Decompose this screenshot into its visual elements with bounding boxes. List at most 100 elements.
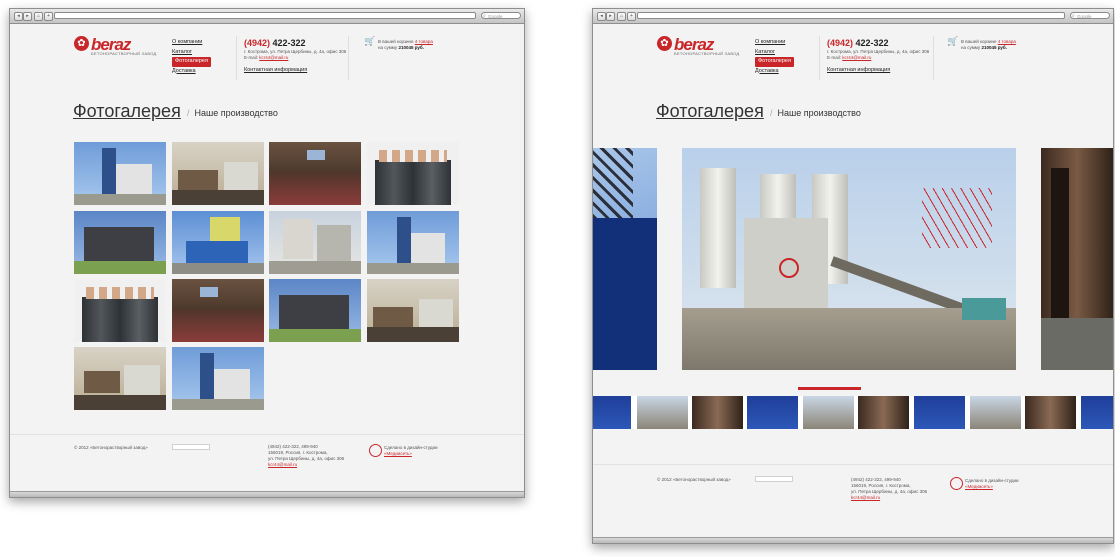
browser-statusbar	[593, 537, 1113, 543]
menu-item-delivery[interactable]: Доставка	[755, 67, 794, 77]
email-link[interactable]: kcr44@mail.ru	[259, 55, 288, 60]
cart-sum: 210045 руб.	[981, 45, 1007, 50]
gallery-thumb[interactable]	[367, 142, 459, 205]
cart-summary: 🛒 В вашей корзине 4 товара на сумму 2100…	[364, 37, 433, 51]
home-button[interactable]: ⌂	[617, 12, 626, 21]
footer-email-link[interactable]: kcr44@mail.ru	[268, 462, 344, 468]
search-field[interactable]: ⌕ Google	[1070, 12, 1110, 19]
breadcrumb: / Наше производство	[770, 108, 861, 118]
footer-email-link[interactable]: kcr44@mail.ru	[851, 495, 927, 501]
gallery-thumb[interactable]	[172, 347, 264, 410]
menu-item-about[interactable]: О компании	[172, 38, 211, 48]
strip-thumb[interactable]	[858, 396, 909, 429]
gallery-thumb[interactable]	[74, 142, 166, 205]
strip-thumb[interactable]	[803, 396, 854, 429]
gallery-thumb[interactable]	[269, 279, 361, 342]
forward-button[interactable]: ▸	[23, 12, 32, 21]
strip-thumb[interactable]	[970, 396, 1021, 429]
forward-button[interactable]: ▸	[606, 12, 615, 21]
search-icon: ⌕	[1072, 13, 1075, 19]
browser-toolbar: ◂ ▸ ⌂ + ⌕ Google	[10, 9, 524, 24]
gallery-thumb[interactable]	[269, 211, 361, 274]
add-bookmark-button[interactable]: +	[627, 12, 636, 21]
add-bookmark-button[interactable]: +	[44, 12, 53, 21]
cart-sum: 210045 руб.	[398, 45, 424, 50]
cart-text: В вашей корзине	[378, 39, 414, 44]
cart-text: В вашей корзине	[961, 39, 997, 44]
gallery-thumb[interactable]	[74, 347, 166, 410]
strip-thumb[interactable]	[747, 396, 798, 429]
slide-next[interactable]	[1041, 148, 1113, 370]
address-bar[interactable]	[54, 12, 476, 19]
address-bar[interactable]	[637, 12, 1065, 19]
contact-info-link[interactable]: Контактная информация	[827, 67, 890, 73]
browser-statusbar	[10, 491, 524, 497]
footer-copyright: © 2012 «Бетонорастворный завод»	[657, 477, 731, 482]
contact-info-link[interactable]: Контактная информация	[244, 67, 307, 73]
page-title: Фотогалерея	[656, 101, 764, 121]
breadcrumb-current: Наше производство	[777, 108, 861, 118]
cart-items-link[interactable]: 4 товара	[998, 39, 1016, 44]
strip-thumb[interactable]	[914, 396, 965, 429]
search-field[interactable]: ⌕ Google	[481, 12, 521, 19]
page: ✿ beraz БЕТОНОРАСТВОРНЫЙ ЗАВОД О компани…	[10, 24, 524, 491]
browser-toolbar: ◂ ▸ ⌂ + ⌕ Google	[593, 9, 1113, 24]
cart-icon[interactable]: 🛒	[364, 37, 375, 46]
menu-item-catalog[interactable]: Каталог	[755, 48, 794, 58]
email-link[interactable]: kcr44@mail.ru	[842, 55, 871, 60]
slide-previous[interactable]	[593, 148, 657, 370]
breadcrumb-separator: /	[770, 108, 773, 118]
page: ✿ beraz БЕТОНОРАСТВОРНЫЙ ЗАВОД О компани…	[593, 24, 1113, 537]
gallery-thumb[interactable]	[367, 279, 459, 342]
menu-item-gallery[interactable]: Фотогалерея	[755, 57, 794, 67]
logo-tagline: БЕТОНОРАСТВОРНЫЙ ЗАВОД	[674, 51, 740, 56]
main-menu: О компании Каталог Фотогалерея Доставка	[755, 38, 794, 76]
main-menu: О компании Каталог Фотогалерея Доставка	[172, 38, 211, 76]
cart-sum-label: на сумму	[378, 45, 398, 50]
cart-icon[interactable]: 🛒	[947, 37, 958, 46]
footer-studio: Сделано в дизайн-студии «Медиасеть»	[369, 444, 438, 457]
breadcrumb-separator: /	[187, 108, 190, 118]
cart-summary: 🛒 В вашей корзине 4 товара на сумму 2100…	[947, 37, 1016, 51]
email-label: E-mail:	[244, 55, 259, 60]
menu-item-catalog[interactable]: Каталог	[172, 48, 211, 58]
phone: (4942) 422-322	[244, 38, 306, 48]
logo-tagline: БЕТОНОРАСТВОРНЫЙ ЗАВОД	[91, 51, 157, 56]
studio-link[interactable]: «Медиасеть»	[384, 451, 438, 457]
footer-studio: Сделано в дизайн-студии «Медиасеть»	[950, 477, 1019, 490]
cart-sum-label: на сумму	[961, 45, 981, 50]
footer-divider	[10, 434, 524, 435]
strip-thumb[interactable]	[637, 396, 688, 429]
header-divider	[348, 36, 349, 80]
gallery-thumb[interactable]	[172, 211, 264, 274]
gallery-thumb[interactable]	[367, 211, 459, 274]
breadcrumb-current: Наше производство	[194, 108, 278, 118]
home-button[interactable]: ⌂	[34, 12, 43, 21]
footer-contacts: (4942) 422-322, 499-940 156019, Россия, …	[268, 444, 344, 468]
footer-divider	[593, 464, 1113, 465]
breadcrumb: / Наше производство	[187, 108, 278, 118]
strip-thumb[interactable]	[692, 396, 743, 429]
gallery-thumb[interactable]	[74, 211, 166, 274]
thumbnail-strip	[593, 396, 1113, 429]
cart-items-link[interactable]: 4 товара	[415, 39, 433, 44]
gallery-thumb[interactable]	[269, 142, 361, 205]
strip-thumb[interactable]	[1025, 396, 1076, 429]
back-button[interactable]: ◂	[597, 12, 606, 21]
slide-current[interactable]	[682, 148, 1016, 370]
menu-item-gallery[interactable]: Фотогалерея	[172, 57, 211, 67]
strip-thumb[interactable]	[593, 396, 631, 429]
menu-item-delivery[interactable]: Доставка	[172, 67, 211, 77]
back-button[interactable]: ◂	[14, 12, 23, 21]
gallery-thumb[interactable]	[74, 279, 166, 342]
gallery-thumb[interactable]	[172, 279, 264, 342]
studio-link[interactable]: «Медиасеть»	[965, 484, 1019, 490]
gallery-thumb[interactable]	[172, 142, 264, 205]
phone-number: 422-322	[272, 38, 306, 48]
strip-thumb[interactable]	[1081, 396, 1113, 429]
studio-logo-icon[interactable]	[369, 444, 382, 457]
email-label: E-mail:	[827, 55, 842, 60]
studio-logo-icon[interactable]	[950, 477, 963, 490]
footer-counter-box	[172, 444, 210, 450]
menu-item-about[interactable]: О компании	[755, 38, 794, 48]
